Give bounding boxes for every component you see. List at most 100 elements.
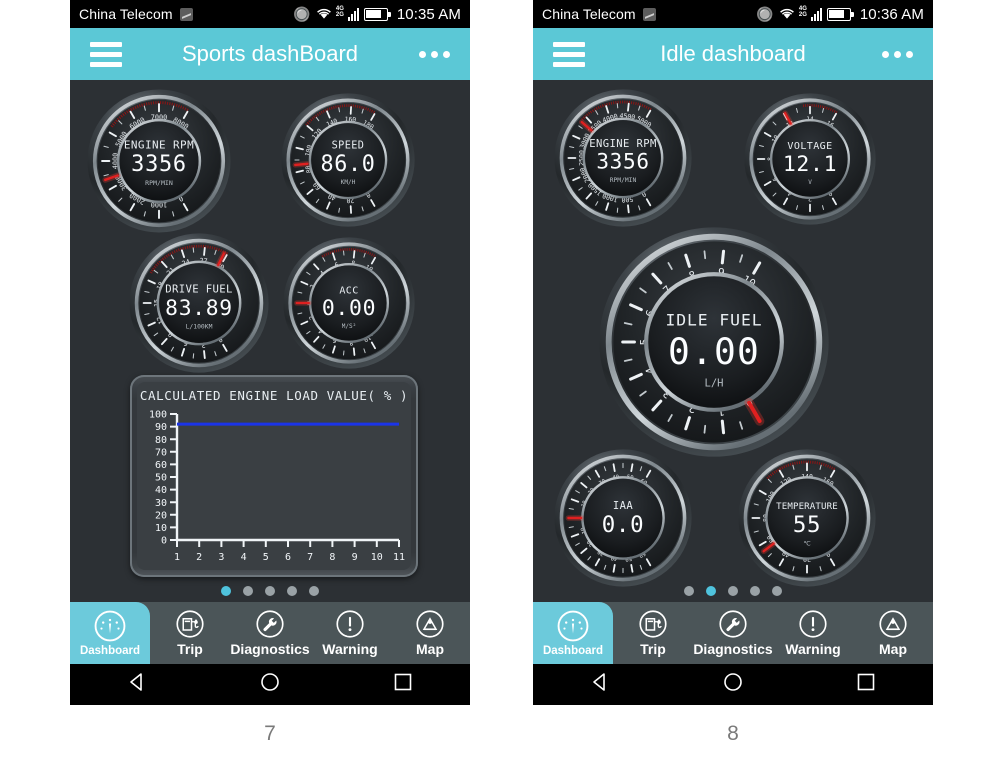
hamburger-icon[interactable]	[553, 41, 585, 67]
signal-4g-2g-icon: 4G 2G	[798, 6, 822, 21]
gauge-temperature[interactable]: 0 20 40 60 80 100 120 140 160 TEMPERATURE 55 ℃	[737, 448, 877, 588]
nav-item-warning[interactable]: Warning	[310, 602, 390, 664]
nav-item-diagnostics[interactable]: Diagnostics	[693, 602, 773, 664]
nav-item-map[interactable]: Map	[853, 602, 933, 664]
gauge-engine-rpm[interactable]: 0 500 1000 1500 2000 2500 3000 3500 4000 4500 5000…	[553, 88, 693, 228]
more-options-icon[interactable]	[882, 50, 913, 58]
gauge-label: SPEED	[332, 140, 365, 151]
wifi-icon	[316, 7, 332, 22]
gauge-speed[interactable]: 0 20 40 60 80 100 120 140 160 180 SPEED 86.0 KM/H	[280, 92, 416, 228]
page-dot[interactable]	[750, 586, 760, 596]
nav-item-diagnostics[interactable]: Diagnostics	[230, 602, 310, 664]
engine-load-chart-panel[interactable]: CALCULATED ENGINE LOAD VALUE( % ) 0 10 20 3…	[130, 375, 418, 577]
wrench-icon	[718, 609, 748, 639]
page-dots-right[interactable]	[533, 586, 933, 596]
nav-item-map[interactable]: Map	[390, 602, 470, 664]
page-dot[interactable]	[309, 586, 319, 596]
chart-inner: CALCULATED ENGINE LOAD VALUE( % ) 0 10 20 3…	[137, 382, 411, 570]
exclamation-circle-icon	[798, 609, 828, 639]
figure-caption-right: 8	[727, 722, 739, 745]
recents-square-icon[interactable]	[855, 671, 877, 698]
nav-item-dashboard[interactable]: Dashboard	[533, 602, 613, 664]
back-triangle-icon[interactable]	[589, 671, 611, 698]
nav-item-trip[interactable]: Trip	[613, 602, 693, 664]
android-system-nav[interactable]	[533, 664, 933, 705]
signal-4g-2g-icon: 4G 2G	[336, 6, 359, 21]
page-dot[interactable]	[243, 586, 253, 596]
gauge-engine-rpm[interactable]: 0 1000 2000 3000 4000 5000 6000 7000 8000 ENGINE…	[86, 88, 232, 234]
chart-y-tick: 100	[149, 410, 167, 421]
sim-icon	[179, 7, 193, 21]
nav-item-dashboard[interactable]: Dashboard	[70, 602, 150, 664]
page-dot[interactable]	[728, 586, 738, 596]
more-options-icon[interactable]	[419, 50, 450, 58]
chart-x-tick: 10	[371, 552, 383, 563]
bottom-nav[interactable]: Dashboard Trip Diagnostics Warning Map	[533, 602, 933, 664]
page-dot[interactable]	[772, 586, 782, 596]
wifi-icon	[779, 7, 795, 22]
clock-label: 10:35 AM	[396, 5, 461, 23]
page-dot[interactable]	[684, 586, 694, 596]
network-2g-label: 2G	[798, 12, 808, 18]
gauge-unit: L/H	[705, 377, 724, 389]
nav-item-warning[interactable]: Warning	[773, 602, 853, 664]
gauge-value: 3356	[596, 150, 649, 174]
chart-x-tick: 7	[307, 552, 313, 563]
page-dots-left[interactable]	[70, 586, 470, 596]
home-circle-icon[interactable]	[722, 671, 744, 698]
chart-x-tick: 5	[263, 552, 269, 563]
gauge-label: ENGINE RPM	[589, 138, 656, 150]
gauge-iat[interactable]: -60 -50 -40 -30 -20 -10 0 10 20 30 40 50 60 IAA 0.0	[553, 448, 693, 588]
chart-y-tick: 90	[155, 422, 167, 433]
sim-icon	[642, 7, 656, 21]
nav-item-label: Map	[416, 641, 444, 657]
carrier-label: China Telecom	[79, 6, 173, 22]
back-triangle-icon[interactable]	[126, 671, 148, 698]
gauge-drive-fuel[interactable]: 0 3 6 9 12 15 18 21 24 27 30 DRIVE FUEL 83.89 L/10…	[128, 232, 270, 374]
chart-x-tick: 1	[174, 552, 180, 563]
nav-item-label: Diagnostics	[230, 641, 310, 657]
gauge-unit: RPM/MIN	[610, 177, 637, 184]
gauge-unit: ℃	[803, 540, 810, 547]
gauge-value: 12.1	[783, 152, 837, 177]
chart-y-tick: 40	[155, 485, 167, 496]
app-bar: Sports dashBoard	[70, 28, 470, 80]
chart-x-tick: 9	[352, 552, 358, 563]
carrier-group: China Telecom	[542, 6, 656, 22]
gauge-label: VOLTAGE	[787, 141, 832, 152]
gauge-voltage[interactable]: 0 2 4 6 8 10 12 14 16 VOLTAGE 12.1 V	[743, 92, 877, 226]
fuel-pump-icon	[638, 609, 668, 639]
home-circle-icon[interactable]	[259, 671, 281, 698]
signal-bars	[810, 8, 822, 21]
chart-y-tick: 10	[155, 523, 167, 534]
status-bar: China Telecom 🔘 4G 2G 10:35 AM	[70, 0, 470, 28]
chart-y-tick: 0	[161, 536, 167, 547]
gauge-unit: V	[808, 179, 812, 186]
page-dot[interactable]	[287, 586, 297, 596]
nav-item-trip[interactable]: Trip	[150, 602, 230, 664]
chart-y-tick: 70	[155, 447, 167, 458]
page-dot[interactable]	[221, 586, 231, 596]
figure-caption-left: 7	[264, 722, 276, 745]
page-title: Sports dashBoard	[181, 41, 359, 66]
chart-x-tick: 2	[196, 552, 202, 563]
chart-y-tick: 30	[155, 498, 167, 509]
status-icons: 🔘 4G 2G 10:36 AM	[756, 6, 924, 23]
android-system-nav[interactable]	[70, 664, 470, 705]
status-icons: 🔘 4G 2G 10:35 AM	[293, 6, 461, 23]
gauge-unit: RPM/MIN	[145, 179, 173, 187]
page-dot[interactable]	[265, 586, 275, 596]
gauge-idle-fuel[interactable]: 012345678910 IDLE FUEL 0.00 L/H	[597, 225, 831, 459]
gauge-value: 55	[793, 512, 821, 538]
gauge-value: 0.0	[602, 512, 645, 538]
recents-square-icon[interactable]	[392, 671, 414, 698]
engine-load-chart: 0 10 2030 4050 60 7080 90100 1 2 3 4 5 6 7 8 9 10 11	[149, 410, 405, 563]
chart-y-tick: 20	[155, 510, 167, 521]
gauge-needle	[102, 172, 121, 183]
signal-bars	[347, 8, 359, 21]
nav-item-label: Trip	[177, 641, 203, 657]
page-dot[interactable]	[706, 586, 716, 596]
bottom-nav[interactable]: Dashboard Trip Diagnostics Warning Map	[70, 602, 470, 664]
gauge-acc[interactable]: -10-8-6-4-20246810 ACC 0.00 M/S²	[282, 236, 416, 370]
hamburger-icon[interactable]	[90, 41, 122, 67]
